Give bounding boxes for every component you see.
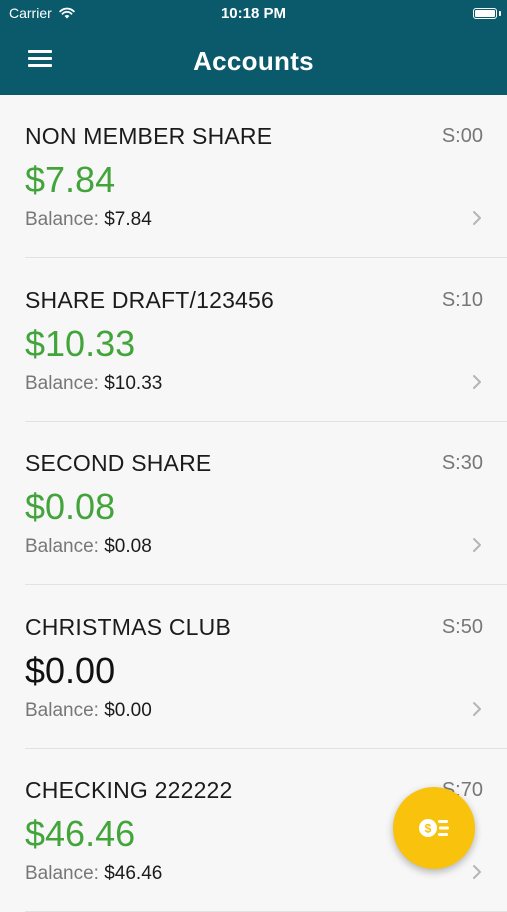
account-available-amount: $7.84 bbox=[25, 159, 116, 200]
account-available-amount: $10.33 bbox=[25, 322, 136, 364]
chevron-right-icon bbox=[473, 701, 481, 716]
status-bar: Carrier 10:18 PM bbox=[0, 0, 507, 28]
account-available-amount: $0.00 bbox=[25, 649, 116, 691]
page-title: Accounts bbox=[193, 46, 314, 76]
account-row[interactable]: SHARE DRAFT/123456 S:10 $10.33 Balance: … bbox=[0, 259, 507, 422]
account-code: S:30 bbox=[441, 452, 483, 474]
chevron-right-icon bbox=[473, 865, 481, 879]
account-row[interactable]: CHRISTMAS CLUB S:50 $0.00 Balance: $0.00 bbox=[0, 586, 507, 749]
transfer-fab-button[interactable]: $ bbox=[393, 787, 475, 869]
balance-label: Balance: bbox=[25, 536, 99, 557]
balance-label: Balance: bbox=[25, 699, 99, 721]
balance-line: Balance: $10.33 bbox=[25, 373, 162, 395]
balance-value: $10.33 bbox=[104, 372, 163, 394]
balance-label: Balance: bbox=[25, 863, 99, 884]
status-time: 10:18 PM bbox=[220, 5, 287, 22]
account-code: S:10 bbox=[441, 288, 483, 311]
chevron-right-icon bbox=[473, 211, 481, 225]
balance-value: $46.46 bbox=[104, 863, 163, 884]
balance-line: Balance: $0.00 bbox=[25, 700, 152, 722]
chevron-right-icon bbox=[473, 538, 481, 552]
account-name: SHARE DRAFT/123456 bbox=[25, 286, 275, 313]
transfer-money-icon: $ bbox=[419, 819, 449, 837]
account-name: SECOND SHARE bbox=[25, 450, 212, 476]
balance-label: Balance: bbox=[25, 209, 99, 230]
balance-value: $7.84 bbox=[104, 209, 152, 230]
svg-text:$: $ bbox=[425, 822, 432, 836]
account-name: CHECKING 222222 bbox=[25, 777, 233, 803]
account-available-amount: $0.08 bbox=[25, 486, 116, 527]
balance-value: $0.00 bbox=[104, 699, 152, 721]
chevron-right-icon bbox=[473, 374, 481, 389]
account-code: S:00 bbox=[441, 125, 483, 147]
balance-line: Balance: $7.84 bbox=[25, 209, 152, 231]
account-code: S:50 bbox=[441, 615, 483, 638]
app-header: Carrier 10:18 PM Accounts bbox=[0, 0, 507, 95]
account-row[interactable]: NON MEMBER SHARE S:00 $7.84 Balance: $7.… bbox=[0, 95, 507, 258]
balance-label: Balance: bbox=[25, 372, 99, 394]
account-row[interactable]: SECOND SHARE S:30 $0.08 Balance: $0.08 bbox=[0, 422, 507, 585]
account-available-amount: $46.46 bbox=[25, 813, 136, 854]
battery-icon bbox=[473, 8, 497, 19]
battery-level bbox=[475, 10, 495, 17]
balance-line: Balance: $0.08 bbox=[25, 536, 152, 558]
account-name: NON MEMBER SHARE bbox=[25, 123, 273, 149]
balance-line: Balance: $46.46 bbox=[25, 863, 162, 885]
balance-value: $0.08 bbox=[104, 536, 152, 557]
battery-tip bbox=[499, 11, 501, 16]
account-name: CHRISTMAS CLUB bbox=[25, 613, 231, 640]
